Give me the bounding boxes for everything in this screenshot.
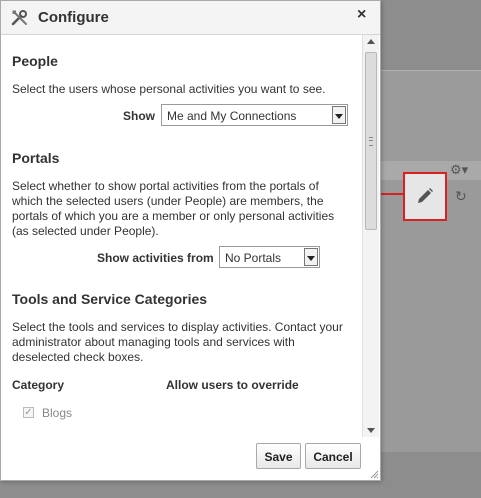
save-button[interactable]: Save <box>256 443 301 469</box>
tools-heading: Tools and Service Categories <box>12 291 208 307</box>
chevron-down-icon[interactable] <box>332 106 346 124</box>
show-select[interactable]: Me and My Connections <box>161 104 348 126</box>
tools-description-line: administrator about managing tools and s… <box>12 335 295 349</box>
scroll-up-icon[interactable] <box>367 39 375 44</box>
category-column-header: Category <box>12 378 65 392</box>
override-column-header: Allow users to override <box>166 378 299 392</box>
portals-description-line: which the selected users (under People) … <box>12 194 324 208</box>
dialog-title: Configure <box>38 9 109 26</box>
scroll-down-icon[interactable] <box>367 428 375 433</box>
show-select-value: Me and My Connections <box>167 109 297 123</box>
portals-heading: Portals <box>12 150 60 166</box>
grip-icon <box>369 137 373 146</box>
dialog-body: People Select the users whose personal a… <box>1 35 362 437</box>
dialog-scrollbar[interactable] <box>362 35 379 437</box>
edit-button-highlight[interactable] <box>403 172 447 221</box>
scrollbar-thumb[interactable] <box>365 52 377 230</box>
portals-description-line: portals of which you are a member or onl… <box>12 209 335 223</box>
people-description: Select the users whose personal activiti… <box>12 82 326 96</box>
show-activities-from-value: No Portals <box>225 251 282 265</box>
close-icon[interactable]: × <box>357 6 366 24</box>
background-divider <box>380 70 481 71</box>
chevron-down-icon[interactable] <box>304 248 318 266</box>
configure-dialog: Configure × People Select the users whos… <box>0 0 381 481</box>
show-activities-from-label: Show activities from <box>97 251 214 265</box>
tools-description-line: deselected check boxes. <box>12 350 144 364</box>
people-heading: People <box>12 53 58 69</box>
resize-grip-icon[interactable] <box>369 469 379 479</box>
blogs-label: Blogs <box>42 406 73 420</box>
refresh-icon[interactable]: ↻ <box>455 188 467 205</box>
show-label: Show <box>123 109 155 123</box>
portals-description-line: (as selected under People). <box>12 224 159 238</box>
show-activities-from-select[interactable]: No Portals <box>219 246 320 268</box>
tools-description-line: Select the tools and services to display… <box>12 320 343 334</box>
tools-icon <box>11 10 27 26</box>
pencil-icon <box>418 188 433 203</box>
cancel-button[interactable]: Cancel <box>305 443 361 469</box>
gear-icon[interactable]: ⚙▾ <box>450 162 468 178</box>
portals-description-line: Select whether to show portal activities… <box>12 179 319 193</box>
blogs-checkbox[interactable]: ✓ <box>23 407 34 418</box>
dialog-titlebar[interactable]: Configure × <box>1 1 380 35</box>
